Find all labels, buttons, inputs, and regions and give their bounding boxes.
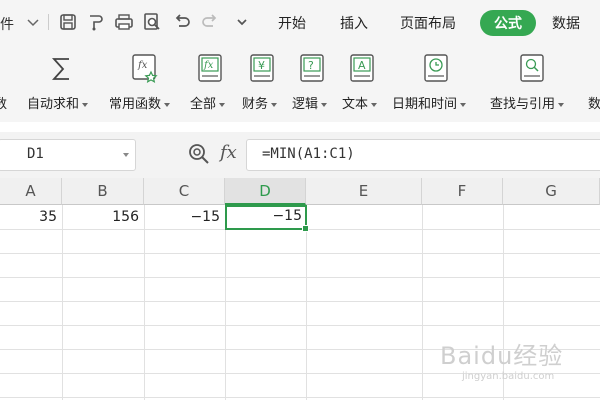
tab-page-layout[interactable]: 页面布局 [400, 13, 456, 33]
grid-line [62, 205, 63, 400]
date-time-button[interactable]: 日期和时间 [392, 54, 457, 112]
grid-line [144, 205, 145, 400]
common-functions-button[interactable]: fx 常用函数 [109, 54, 161, 112]
column-header-a[interactable]: A [0, 178, 62, 205]
format-painter-icon[interactable] [86, 12, 106, 32]
column-header-g[interactable]: G [503, 178, 600, 205]
ribbon-item-label: 数 [0, 97, 8, 112]
lookup-reference-button[interactable]: 查找与引用 [490, 54, 555, 112]
cell-d1-active[interactable]: −15 [225, 205, 309, 232]
watermark-brand: Baidu经验 [440, 342, 564, 370]
watermark-url: jingyan.baidu.com [462, 371, 555, 382]
date-time-label: 日期和时间 [392, 93, 466, 112]
name-box-value: D1 [27, 146, 44, 162]
ribbon-gap [0, 122, 600, 132]
fx-book-icon: fx [197, 54, 223, 84]
formula-text: =MIN(A1:C1) [262, 146, 355, 162]
grid-line [306, 205, 307, 400]
formula-bar: D1 fx =MIN(A1:C1) [0, 132, 600, 178]
financial-button[interactable]: ¥ 财务 [242, 54, 276, 112]
top-menu-bar: 件 开始 插入 页面布局 公式 数据 [0, 0, 600, 44]
common-functions-label: 常用函数 [109, 93, 170, 112]
formula-input[interactable]: =MIN(A1:C1) [246, 139, 600, 171]
grid-line [225, 205, 226, 400]
autosum-label: 自动求和 [27, 93, 88, 112]
redo-icon[interactable] [200, 12, 220, 32]
tab-insert[interactable]: 插入 [340, 13, 368, 33]
svg-text:fx: fx [203, 60, 214, 71]
text-book-icon: A [349, 54, 375, 84]
fill-handle[interactable] [302, 225, 309, 232]
fx-icon[interactable]: fx [220, 142, 237, 163]
cell-c1[interactable]: −15 [144, 206, 225, 229]
grid-line [0, 277, 600, 278]
tab-data[interactable]: 数据 [552, 13, 580, 33]
customize-icon[interactable] [232, 12, 252, 32]
grid-line [0, 397, 600, 398]
text-button[interactable]: A 文本 [342, 54, 376, 112]
svg-text:?: ? [308, 59, 314, 72]
formula-ribbon: 数 自动求和 fx 常用函数 fx 全部 ¥ 财务 ? 逻辑 A 文本 日期和时… [0, 44, 600, 122]
watermark: Baidu经验 jingyan.baidu.com [440, 336, 563, 382]
autosum-button[interactable]: 自动求和 [27, 54, 84, 112]
svg-text:fx: fx [137, 60, 148, 71]
column-header-d[interactable]: D [225, 178, 306, 205]
name-box[interactable]: D1 [0, 139, 136, 171]
grid-line [0, 301, 600, 302]
chevron-down-icon[interactable] [26, 15, 40, 29]
clock-book-icon [423, 54, 449, 84]
ribbon-item-label: 数 [588, 97, 600, 112]
file-menu[interactable]: 件 [0, 14, 14, 34]
fx-star-icon: fx [132, 54, 158, 84]
tab-home[interactable]: 开始 [278, 13, 306, 33]
all-functions-button[interactable]: fx 全部 [190, 54, 224, 112]
divider [48, 14, 49, 30]
question-book-icon: ? [299, 54, 325, 84]
chevron-down-icon[interactable] [123, 153, 129, 157]
svg-text:A: A [358, 59, 366, 72]
grid-line [0, 253, 600, 254]
column-header-b[interactable]: B [62, 178, 144, 205]
column-header-c[interactable]: C [144, 178, 225, 205]
financial-label: 财务 [242, 93, 277, 112]
grid-line [422, 205, 423, 400]
logical-label: 逻辑 [292, 93, 327, 112]
text-label: 文本 [342, 93, 377, 112]
tab-formulas[interactable]: 公式 [480, 10, 536, 36]
undo-icon[interactable] [172, 12, 192, 32]
cell-a1[interactable]: 35 [0, 206, 62, 229]
print-icon[interactable] [114, 12, 134, 32]
column-header-f[interactable]: F [422, 178, 503, 205]
zoom-search-icon[interactable] [188, 142, 210, 166]
grid-line [0, 325, 600, 326]
print-preview-icon[interactable] [142, 12, 162, 32]
lookup-reference-label: 查找与引用 [490, 93, 564, 112]
sigma-icon [49, 54, 75, 84]
svg-text:¥: ¥ [258, 59, 265, 72]
cell-d1-value: −15 [272, 208, 302, 224]
all-functions-label: 全部 [190, 93, 225, 112]
logical-button[interactable]: ? 逻辑 [292, 54, 326, 112]
save-icon[interactable] [58, 12, 78, 32]
cell-b1[interactable]: 156 [62, 206, 144, 229]
column-header-e[interactable]: E [306, 178, 422, 205]
yen-book-icon: ¥ [249, 54, 275, 84]
search-book-icon [519, 54, 545, 84]
